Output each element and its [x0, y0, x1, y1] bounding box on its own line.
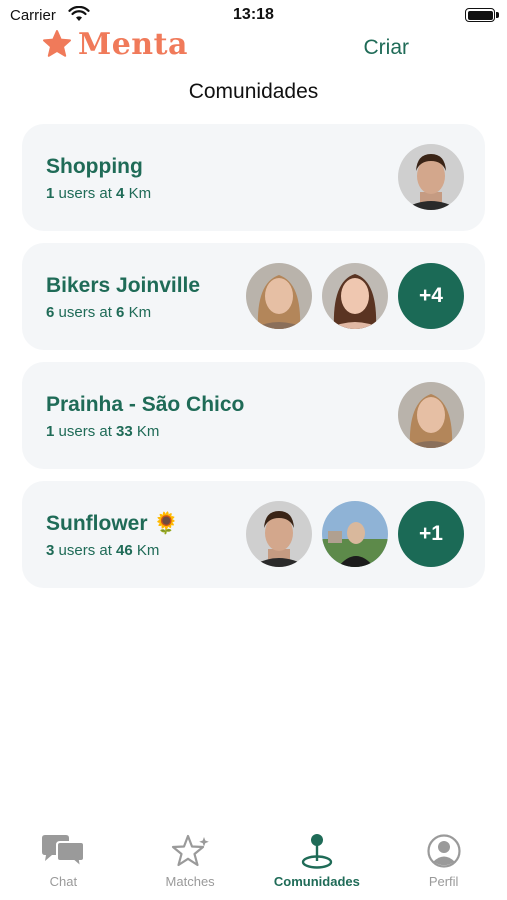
distance-unit: Km: [136, 423, 160, 440]
community-info: Prainha - São Chico 1 users at 33 Km: [46, 393, 244, 440]
community-meta: 6 users at 6 Km: [46, 304, 200, 321]
distance-value: 33: [116, 423, 133, 440]
more-members-badge[interactable]: +4: [398, 263, 464, 329]
more-members-badge[interactable]: +1: [398, 501, 464, 567]
users-label: users at: [58, 542, 112, 559]
stars-icon: [167, 832, 213, 870]
avatar[interactable]: [246, 501, 312, 567]
tab-matches[interactable]: Matches: [127, 814, 254, 900]
avatar[interactable]: [398, 144, 464, 210]
clock: 13:18: [233, 6, 274, 23]
users-label: users at: [58, 185, 112, 202]
tab-bar: Chat Matches Comunidades Perfil: [0, 814, 507, 900]
page-title: Comunidades: [188, 80, 319, 103]
community-meta: 1 users at 4 Km: [46, 185, 151, 202]
user-count: 1: [46, 423, 55, 440]
community-card[interactable]: Prainha - São Chico 1 users at 33 Km: [22, 362, 485, 469]
map-pin-icon: [294, 832, 340, 870]
users-label: users at: [58, 304, 112, 321]
profile-icon: [421, 832, 467, 870]
member-avatars: +1: [246, 501, 464, 567]
community-name: Shopping: [46, 155, 143, 178]
community-name: Bikers Joinville: [46, 274, 201, 297]
community-name: Sunflower 🌻: [46, 512, 180, 535]
avatar[interactable]: [246, 263, 312, 329]
community-card[interactable]: Bikers Joinville 6 users at 6 Km +4: [22, 243, 485, 350]
avatar[interactable]: [398, 382, 464, 448]
community-info: Sunflower 🌻 3 users at 46 Km: [46, 512, 180, 559]
community-info: Shopping 1 users at 4 Km: [46, 155, 151, 202]
distance-value: 4: [116, 185, 125, 202]
member-avatars: +4: [246, 263, 464, 329]
avatar[interactable]: [322, 501, 388, 567]
tab-label: Matches: [165, 874, 215, 889]
chat-bubbles-icon: [40, 832, 86, 870]
member-avatars: [398, 382, 464, 448]
battery-tip: [496, 12, 499, 18]
community-list: Shopping 1 users at 4 Km Bikers Joinvill…: [22, 124, 485, 600]
community-meta: 1 users at 33 Km: [46, 423, 244, 440]
community-card[interactable]: Shopping 1 users at 4 Km: [22, 124, 485, 231]
community-meta: 3 users at 46 Km: [46, 542, 180, 559]
app-logo: Menta: [42, 26, 188, 62]
star-logo-icon: [43, 30, 71, 57]
user-count: 1: [46, 185, 55, 202]
tab-chat[interactable]: Chat: [0, 814, 127, 900]
tab-label: Chat: [49, 874, 78, 889]
member-avatars: [398, 144, 464, 210]
user-count: 6: [46, 304, 55, 321]
distance-value: 46: [116, 542, 133, 559]
users-label: users at: [58, 423, 112, 440]
user-count: 3: [46, 542, 55, 559]
distance-value: 6: [116, 304, 125, 321]
distance-unit: Km: [128, 304, 152, 321]
community-card[interactable]: Sunflower 🌻 3 users at 46 Km +1: [22, 481, 485, 588]
create-button[interactable]: Criar: [364, 36, 410, 60]
battery-icon: [465, 8, 495, 22]
tab-label: Perfil: [428, 874, 459, 889]
distance-unit: Km: [128, 185, 152, 202]
distance-unit: Km: [136, 542, 160, 559]
avatar[interactable]: [322, 263, 388, 329]
tab-comunidades[interactable]: Comunidades: [254, 814, 381, 900]
tab-perfil[interactable]: Perfil: [380, 814, 507, 900]
community-info: Bikers Joinville 6 users at 6 Km: [46, 274, 200, 321]
logo-text: Menta: [78, 26, 188, 62]
tab-label: Comunidades: [273, 874, 360, 889]
community-name: Prainha - São Chico: [46, 393, 245, 416]
